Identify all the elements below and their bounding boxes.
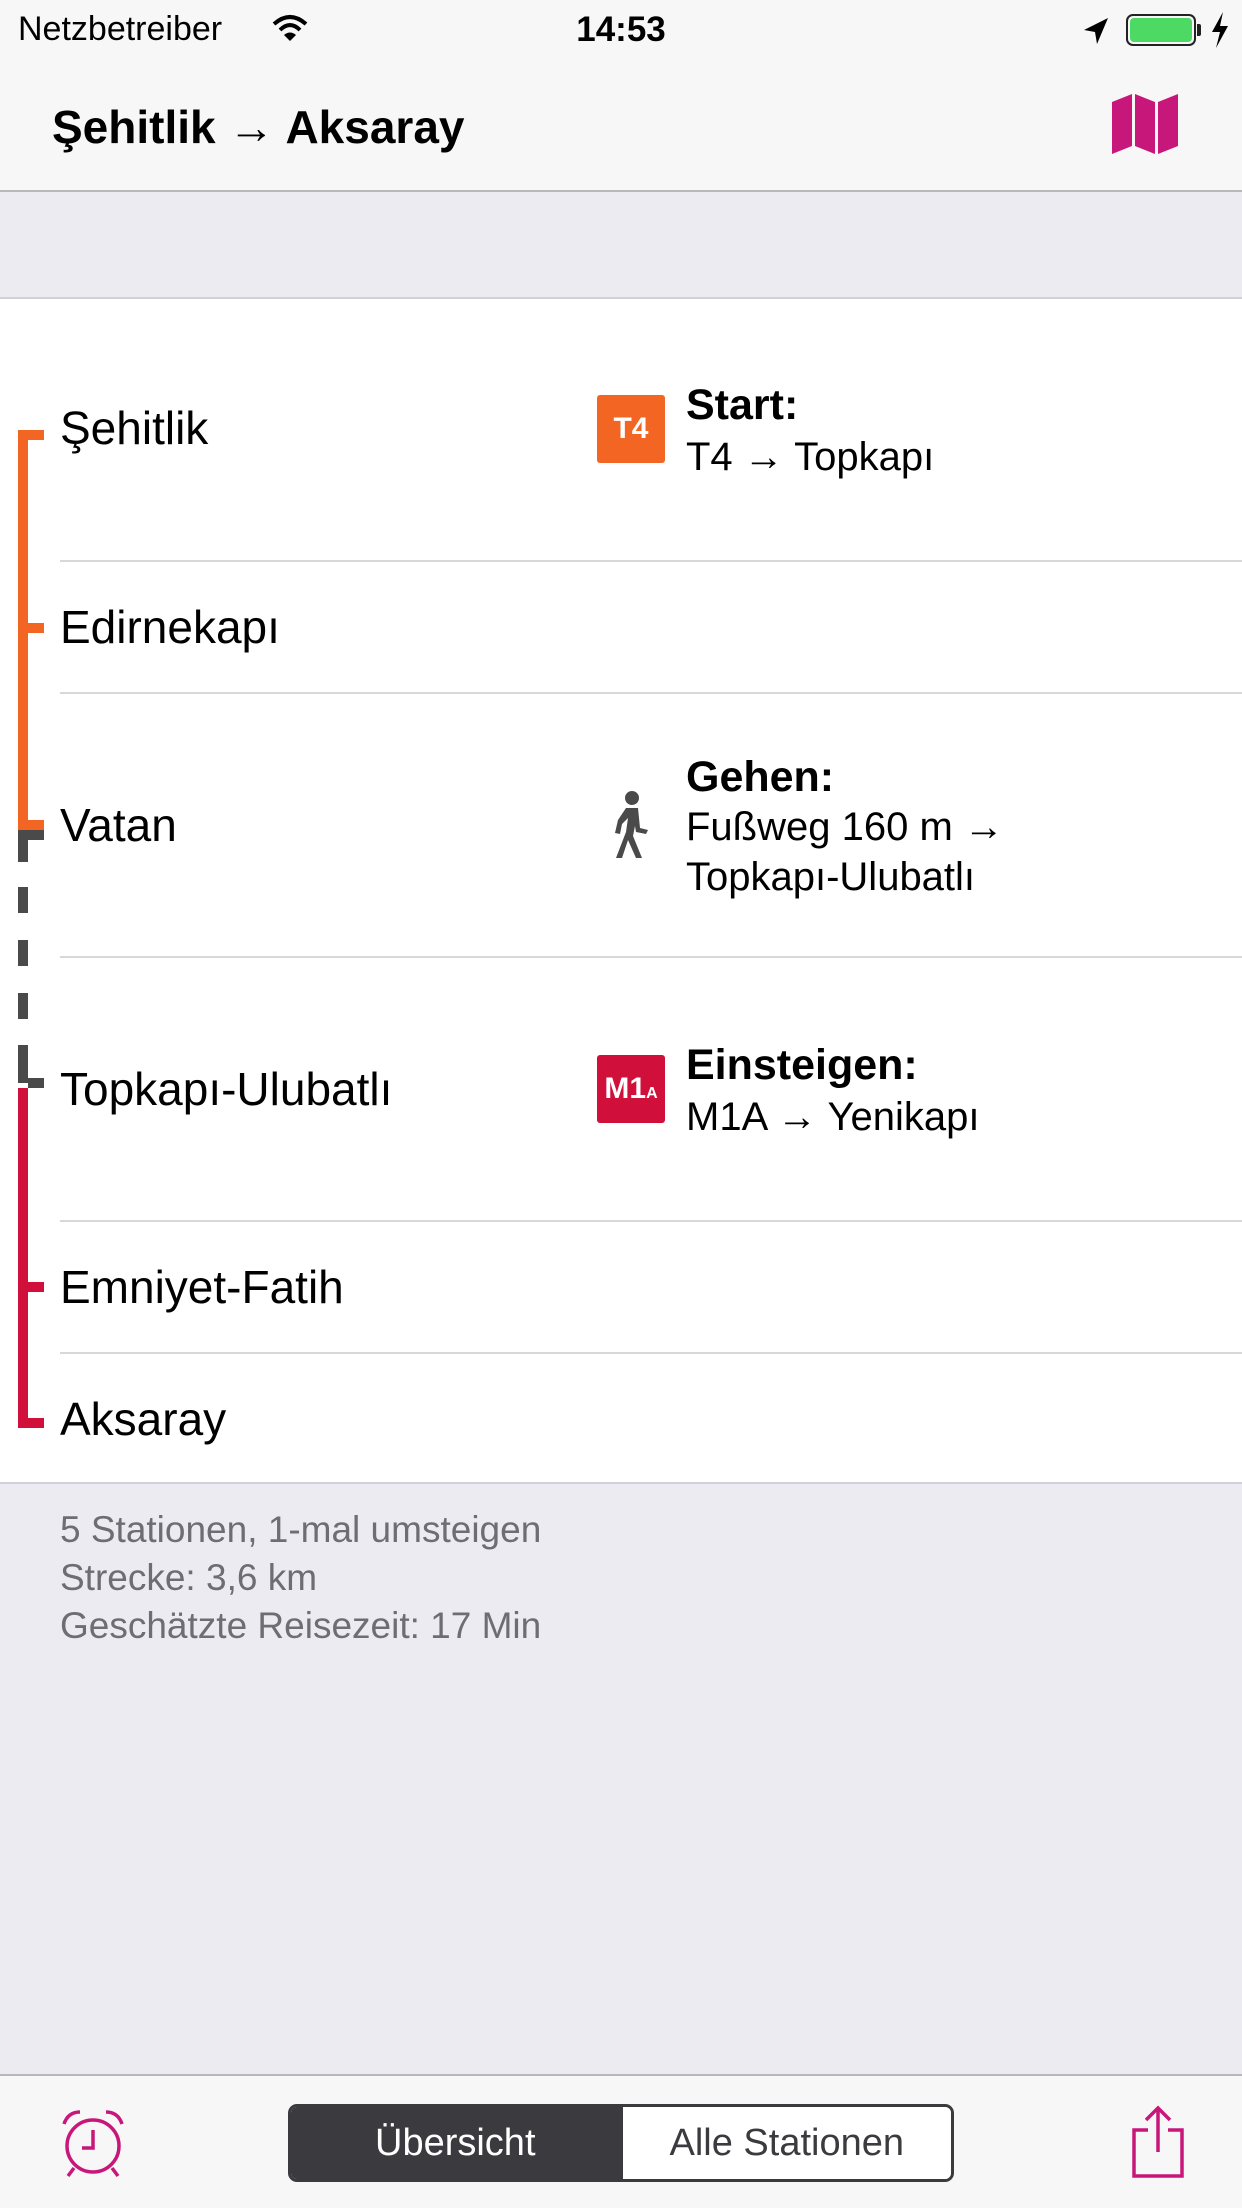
summary-duration: Geschätzte Reisezeit: 17 Min bbox=[60, 1605, 542, 1646]
row-separator bbox=[60, 1352, 1242, 1354]
battery-icon bbox=[1126, 14, 1196, 46]
walk-instruction-title: Gehen: bbox=[686, 753, 835, 801]
station-aksaray[interactable]: Aksaray bbox=[60, 1391, 226, 1447]
walk-instruction-distance: Fußweg 160 m → bbox=[686, 805, 1004, 849]
m1a-badge-main: M1 bbox=[604, 1072, 647, 1105]
board-instruction-detail: M1A → Yenikapı bbox=[686, 1095, 980, 1139]
start-instruction-detail: T4 → Topkapı bbox=[686, 435, 935, 479]
m1a-line-badge: M1A bbox=[597, 1055, 665, 1123]
segment-overview[interactable]: Übersicht bbox=[291, 2107, 620, 2179]
share-icon[interactable] bbox=[1130, 2104, 1186, 2180]
row-separator bbox=[60, 1220, 1242, 1222]
alarm-clock-icon[interactable] bbox=[58, 2108, 128, 2178]
t4-line-badge: T4 bbox=[597, 395, 665, 463]
walking-person-icon bbox=[615, 791, 648, 858]
page-title: Şehitlik → Aksaray bbox=[52, 101, 465, 153]
board-instruction-title: Einsteigen: bbox=[686, 1041, 918, 1089]
clock: 14:53 bbox=[576, 10, 666, 49]
station-topkapi-ulubatli[interactable]: Topkapı-Ulubatlı bbox=[60, 1061, 392, 1117]
station-vatan[interactable]: Vatan bbox=[60, 797, 177, 853]
row-separator bbox=[60, 560, 1242, 562]
walk-instruction-destination: Topkapı-Ulubatlı bbox=[686, 855, 976, 899]
charging-bolt-icon bbox=[1212, 12, 1228, 48]
start-instruction-title: Start: bbox=[686, 381, 799, 429]
summary-stations: 5 Stationen, 1-mal umsteigen bbox=[60, 1509, 542, 1550]
summary-distance: Strecke: 3,6 km bbox=[60, 1557, 318, 1598]
map-icon[interactable] bbox=[1110, 94, 1180, 154]
location-arrow-icon bbox=[1084, 18, 1108, 44]
status-bar: Netzbetreiber 14:53 bbox=[0, 0, 1242, 62]
view-segmented-control: Übersicht Alle Stationen bbox=[288, 2104, 954, 2182]
m1a-badge-sub: A bbox=[646, 1085, 658, 1102]
station-edirnekapi[interactable]: Edirnekapı bbox=[60, 599, 280, 655]
segment-all-stations[interactable]: Alle Stationen bbox=[619, 2107, 951, 2179]
route-line-graphic bbox=[18, 430, 44, 1428]
battery-tip bbox=[1197, 24, 1201, 36]
station-sehitlik[interactable]: Şehitlik bbox=[60, 400, 208, 456]
station-emniyet-fatih[interactable]: Emniyet-Fatih bbox=[60, 1259, 344, 1315]
row-separator bbox=[60, 956, 1242, 958]
row-separator bbox=[60, 692, 1242, 694]
